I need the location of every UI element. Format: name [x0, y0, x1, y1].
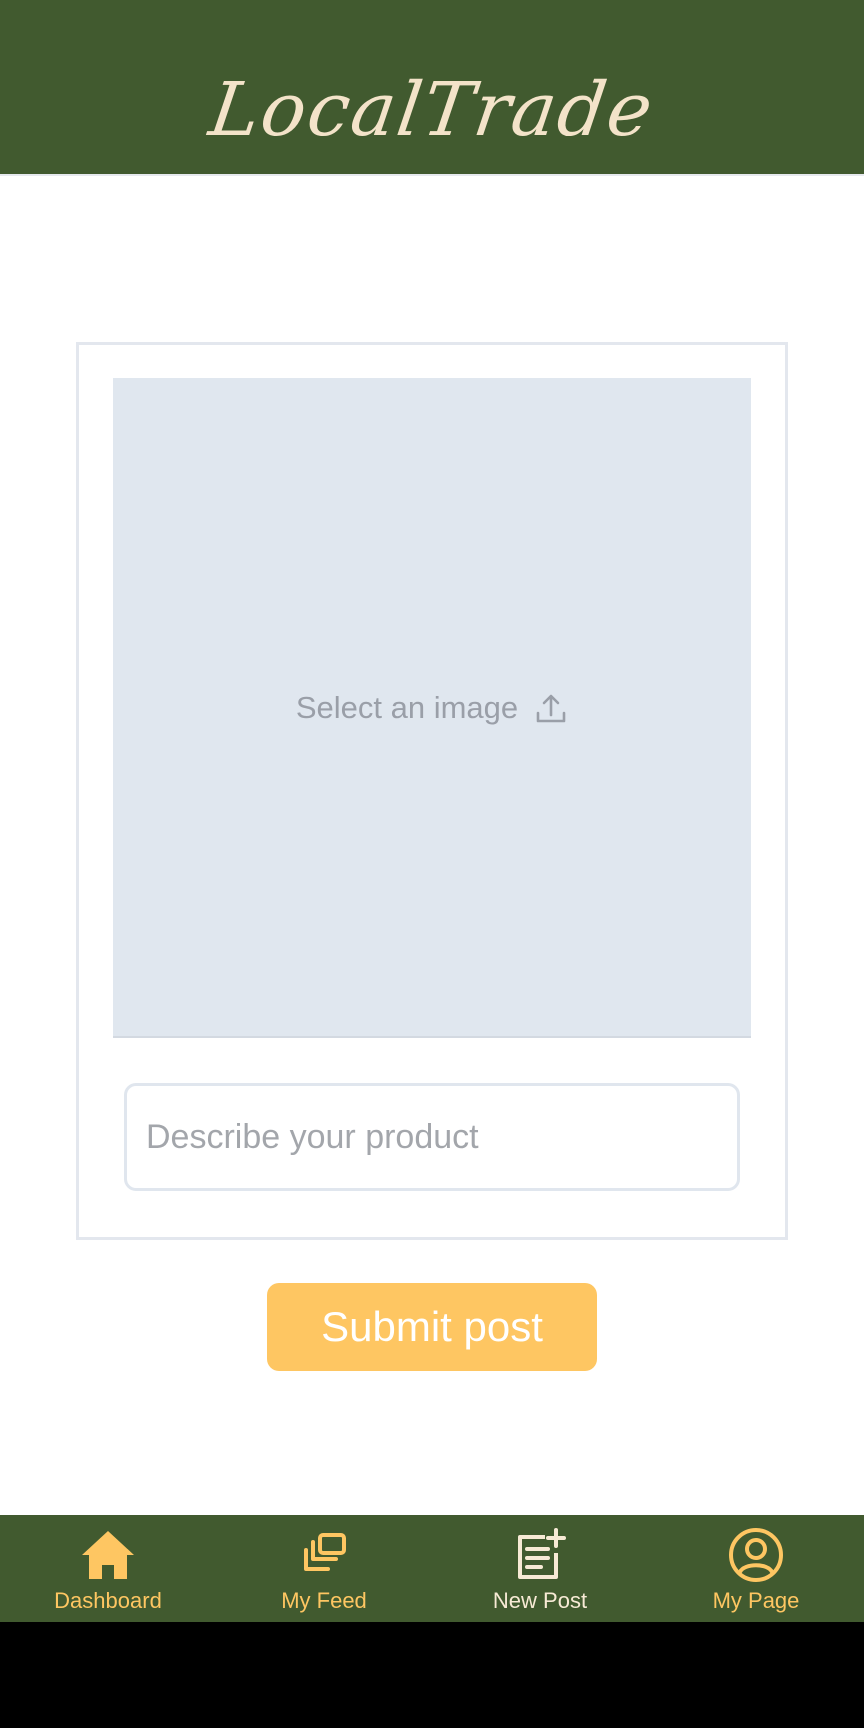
stacked-images-icon: [296, 1527, 352, 1583]
submit-post-button[interactable]: Submit post: [267, 1283, 597, 1371]
product-description-input[interactable]: [124, 1083, 740, 1191]
nav-item-dashboard[interactable]: Dashboard: [0, 1515, 216, 1622]
nav-item-my-page[interactable]: My Page: [648, 1515, 864, 1622]
image-picker-prompt: Select an image: [113, 684, 751, 732]
nav-item-new-post[interactable]: New Post: [432, 1515, 648, 1622]
user-circle-icon: [728, 1527, 784, 1583]
app-logo: LocalTrade: [204, 67, 660, 153]
image-picker-label: Select an image: [295, 690, 519, 725]
nav-item-my-feed[interactable]: My Feed: [216, 1515, 432, 1622]
upload-icon: [534, 691, 568, 725]
nav-label-my-page: My Page: [712, 1588, 800, 1613]
home-icon: [80, 1527, 136, 1583]
bottom-navigation: Dashboard My Feed New Post My Page: [0, 1515, 864, 1622]
image-picker[interactable]: Select an image: [113, 378, 751, 1038]
new-post-icon: [512, 1527, 568, 1583]
app-screen: LocalTrade Select an image Submit post D…: [0, 0, 864, 1622]
nav-label-new-post: New Post: [492, 1588, 588, 1613]
nav-label-my-feed: My Feed: [281, 1588, 367, 1613]
app-header: LocalTrade: [0, 0, 864, 176]
nav-label-dashboard: Dashboard: [54, 1588, 162, 1613]
